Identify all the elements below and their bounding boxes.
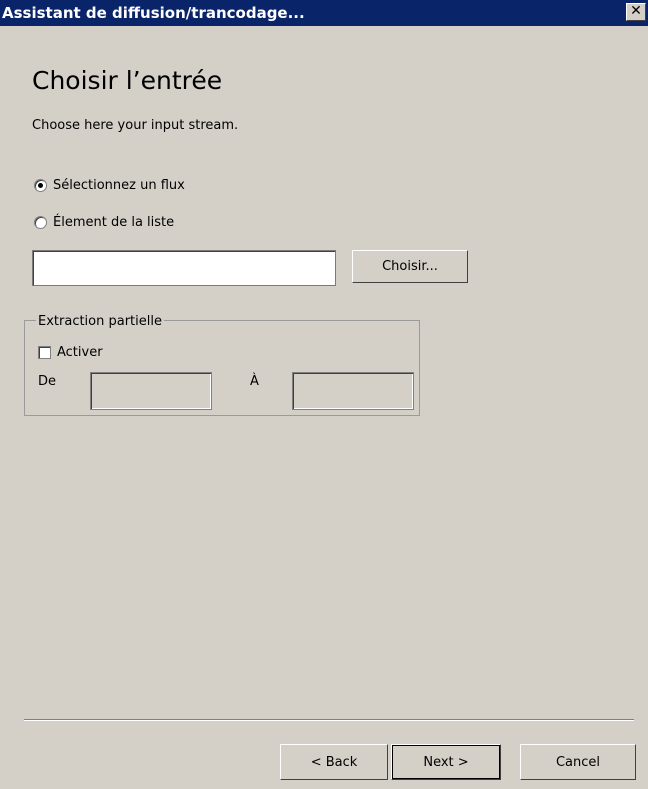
page-title: Choisir l’entrée xyxy=(32,66,223,95)
choose-button[interactable]: Choisir... xyxy=(352,250,468,283)
to-label: À xyxy=(250,374,259,389)
back-button[interactable]: < Back xyxy=(280,744,388,780)
wizard-window: Assistant de diffusion/trancodage... ✕ C… xyxy=(0,0,648,789)
radio-button-unchecked[interactable] xyxy=(34,216,47,229)
radio-label-select-stream: Sélectionnez un flux xyxy=(53,178,185,193)
radio-list-item[interactable]: Élement de la liste xyxy=(34,215,174,230)
close-button[interactable]: ✕ xyxy=(626,3,646,21)
window-title: Assistant de diffusion/trancodage... xyxy=(2,4,305,22)
partial-extraction-legend: Extraction partielle xyxy=(36,314,164,329)
radio-button-checked[interactable] xyxy=(34,179,47,192)
to-input[interactable] xyxy=(292,372,414,410)
stream-input[interactable] xyxy=(32,250,336,286)
enable-label: Activer xyxy=(57,345,103,360)
enable-checkbox[interactable] xyxy=(38,346,51,359)
next-button[interactable]: Next > xyxy=(391,744,501,780)
radio-label-list-item: Élement de la liste xyxy=(53,215,175,230)
from-label: De xyxy=(38,374,57,389)
from-input[interactable] xyxy=(90,372,212,410)
footer-separator xyxy=(24,719,634,721)
close-icon: ✕ xyxy=(630,3,642,19)
radio-select-stream[interactable]: Sélectionnez un flux xyxy=(34,178,185,193)
title-bar[interactable]: Assistant de diffusion/trancodage... ✕ xyxy=(0,0,648,26)
cancel-button[interactable]: Cancel xyxy=(520,744,636,780)
enable-checkbox-row[interactable]: Activer xyxy=(38,345,103,360)
page-description: Choose here your input stream. xyxy=(32,118,239,133)
